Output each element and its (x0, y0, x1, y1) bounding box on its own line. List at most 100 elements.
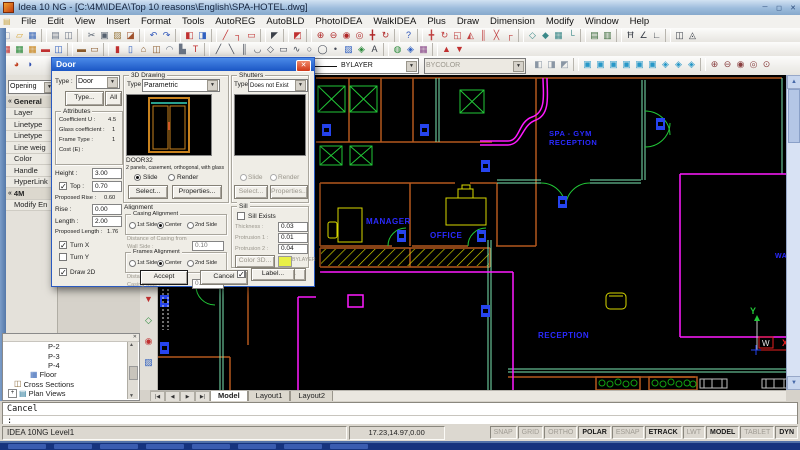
ucs-tool-icon[interactable]: ∟ (650, 29, 663, 42)
move-icon[interactable]: ╋ (425, 29, 438, 42)
erase-icon[interactable]: ◩ (291, 29, 304, 42)
scale-icon[interactable]: ◱ (451, 29, 464, 42)
taskbar-button[interactable] (54, 444, 92, 449)
zoom2-extents-icon[interactable]: ◎ (747, 58, 760, 71)
scroll-up-icon[interactable]: ▲ (129, 342, 134, 348)
label-checkbox[interactable]: ✓ (237, 270, 245, 278)
status-toggle-etrack[interactable]: ETRACK (645, 426, 682, 439)
prop-hyperlink[interactable]: HyperLink (6, 177, 57, 189)
view-iso-ne-icon[interactable]: ◈ (685, 58, 698, 71)
zoom-in-icon[interactable]: ◉ (340, 29, 353, 42)
taskbar-button[interactable] (146, 444, 184, 449)
view-right-icon[interactable]: ▣ (620, 58, 633, 71)
view-top-icon[interactable]: ▣ (581, 58, 594, 71)
status-toggle-model[interactable]: MODEL (706, 426, 739, 439)
xref-icon[interactable]: ▦ (417, 43, 430, 56)
height-field[interactable]: 3.00 (92, 168, 122, 179)
dialog-close-button[interactable]: ✕ (296, 60, 311, 72)
views-icon[interactable]: ◫ (673, 29, 686, 42)
draw-xline-icon[interactable]: ╲ (225, 43, 238, 56)
menu-insert[interactable]: Insert (101, 16, 136, 27)
draw-text-icon[interactable]: A (368, 43, 381, 56)
chevron-down-icon[interactable]: ▼ (207, 80, 218, 91)
tree-panel-header[interactable]: ✕ (3, 334, 139, 342)
regen-icon[interactable]: ↻ (379, 29, 392, 42)
stats-pie2-icon[interactable]: ◑ (23, 58, 36, 71)
tree-item-plan-views[interactable]: + ▤ Plan Views (4, 389, 126, 398)
menu-tools[interactable]: Tools (177, 16, 210, 27)
taskbar-button[interactable] (330, 444, 368, 449)
help-icon[interactable]: ? (402, 29, 415, 42)
v-poly-icon[interactable]: ◇ (142, 314, 155, 327)
v-hatch2-icon[interactable]: ▨ (142, 356, 155, 369)
trim-icon[interactable]: ╳ (490, 29, 503, 42)
all-button[interactable]: All (105, 91, 122, 106)
view-bottom-icon[interactable]: ▣ (594, 58, 607, 71)
turn-x-checkbox[interactable]: ✓ (59, 241, 67, 249)
expander-icon[interactable]: + (8, 389, 17, 398)
menu-dimension[interactable]: Dimension (484, 16, 540, 27)
prop-color[interactable]: Color (6, 154, 57, 166)
properties-button[interactable]: Properties... (172, 185, 222, 199)
match-props-icon[interactable]: ◪ (124, 29, 137, 42)
window-tool-icon[interactable]: ◫ (150, 43, 163, 56)
menu-window[interactable]: Window (579, 16, 624, 27)
prop-group-4m[interactable]: « 4M (6, 188, 57, 200)
redo-icon[interactable]: ↷ (160, 29, 173, 42)
menu-draw[interactable]: Draw (451, 16, 484, 27)
fillet-icon[interactable]: ┌ (503, 29, 516, 42)
chevron-down-icon[interactable]: ▼ (406, 61, 417, 72)
sill-exists-checkbox[interactable] (237, 212, 245, 220)
wall-2-icon[interactable]: ▭ (88, 43, 101, 56)
protrusion-2-field[interactable]: 0.04 (278, 244, 308, 254)
close-icon[interactable]: ✕ (133, 334, 137, 340)
view-iso-se-icon[interactable]: ◈ (672, 58, 685, 71)
v-target-icon[interactable]: ◉ (142, 335, 155, 348)
open-icon[interactable]: ▱ (13, 29, 26, 42)
menu-modify[interactable]: Modify (540, 16, 579, 27)
copy-icon[interactable]: ▣ (98, 29, 111, 42)
dialog-title-bar[interactable]: Door (52, 58, 314, 71)
casing-center-radio[interactable] (157, 222, 164, 229)
draw-circle-icon[interactable]: ○ (303, 43, 316, 56)
chevron-down-icon[interactable]: ▼ (107, 77, 118, 88)
esnap-settings-icon[interactable]: ◆ (539, 29, 552, 42)
scroll-up-icon[interactable]: ▲ (787, 75, 800, 89)
distance-icon[interactable]: Ħ (624, 29, 637, 42)
save-icon[interactable]: ▦ (26, 29, 39, 42)
prop-linetype-scale[interactable]: Linetype (6, 131, 57, 143)
scrollbar-thumb[interactable] (788, 89, 800, 143)
menu-walkidea[interactable]: WalkIDEA (368, 16, 422, 27)
draw-mline-icon[interactable]: ║ (238, 43, 251, 56)
beam-icon[interactable]: ▯ (124, 43, 137, 56)
door-type-combo[interactable]: Door▼ (76, 75, 120, 89)
text-tool-icon[interactable]: T (189, 43, 202, 56)
turn-y-checkbox[interactable] (59, 253, 67, 261)
prop-group-general[interactable]: « General (6, 96, 57, 108)
close-icon[interactable]: ✕ (786, 4, 800, 12)
scrollbar-thumb[interactable] (129, 366, 138, 380)
zoom2-window-icon[interactable]: ◉ (734, 58, 747, 71)
frames-2nd-side-radio[interactable] (187, 260, 194, 267)
status-toggle-grid[interactable]: GRID (518, 426, 544, 439)
menu-view[interactable]: View (69, 16, 100, 27)
tree-scrollbar[interactable]: ▲ ▼ (127, 342, 138, 399)
menu-file[interactable]: File (16, 16, 42, 27)
link-icon[interactable]: ◧ (183, 29, 196, 42)
status-toggle-snap[interactable]: SNAP (490, 426, 517, 439)
draw-line-icon[interactable]: ╱ (212, 43, 225, 56)
label-button[interactable]: Label... (251, 268, 295, 281)
top-field[interactable]: 0.70 (92, 181, 122, 192)
paste-icon[interactable]: ▨ (111, 29, 124, 42)
zoom2-out-icon[interactable]: ⊖ (721, 58, 734, 71)
draw-point-icon[interactable]: • (329, 43, 342, 56)
draw-polygon-icon[interactable]: ◇ (264, 43, 277, 56)
layers-icon[interactable]: ▤ (588, 29, 601, 42)
level-up-icon[interactable]: ▲ (440, 43, 453, 56)
render-radio[interactable] (168, 174, 175, 181)
stats-pie-icon[interactable]: ◕ (10, 58, 23, 71)
casing-2nd-side-radio[interactable] (187, 222, 194, 229)
door-tool-icon[interactable]: ⌂ (137, 43, 150, 56)
canvas-scrollbar[interactable]: ▲ ▼ (786, 75, 800, 390)
shutters-type-combo[interactable]: Does not Exist▼ (248, 79, 308, 92)
